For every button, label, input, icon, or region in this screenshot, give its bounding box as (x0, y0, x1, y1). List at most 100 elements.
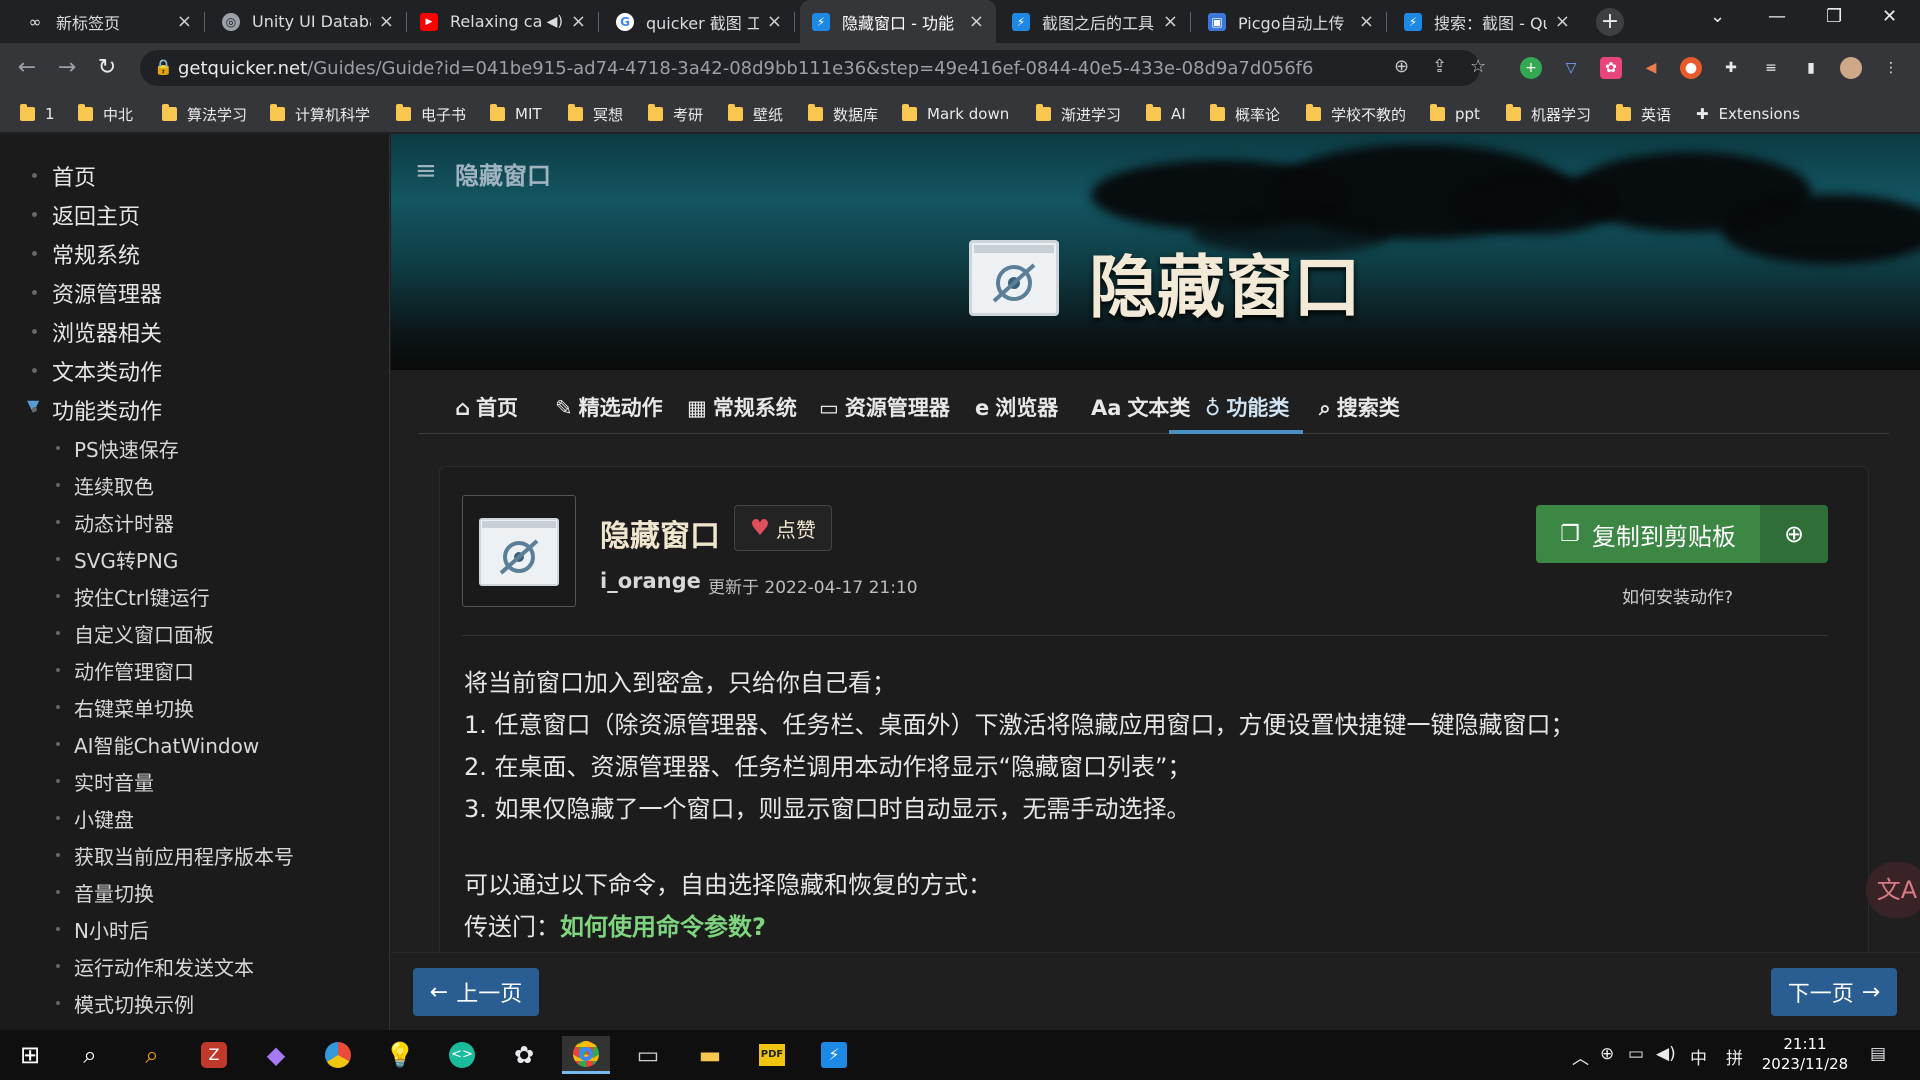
reload-icon[interactable]: ↻ (92, 53, 122, 83)
sidebar-subitem[interactable]: 自定义窗口面板 (56, 619, 214, 648)
bookmark-folder[interactable]: AI (1146, 103, 1186, 125)
close-icon[interactable]: × (177, 11, 192, 32)
translate-icon[interactable]: 文A (1866, 862, 1920, 918)
sidebar-item-system[interactable]: 常规系统 (31, 238, 140, 270)
terminal-icon[interactable]: ▭ (624, 1036, 672, 1074)
extension-speaker-icon[interactable]: ◀ (1640, 57, 1662, 79)
close-icon[interactable]: × (379, 11, 394, 32)
obsidian-icon[interactable]: ◆ (252, 1036, 300, 1074)
sidebar-subitem[interactable]: 获取当前应用程序版本号 (56, 841, 294, 870)
bookmark-folder[interactable]: MIT (490, 103, 542, 125)
tab-featured[interactable]: ✎ 精选动作 (555, 392, 663, 422)
sidebar-subitem[interactable]: PS快速保存 (56, 434, 179, 463)
profile-avatar[interactable] (1840, 57, 1862, 79)
sidebar-item-home[interactable]: 首页 (31, 160, 96, 192)
sidebar-item-explorer[interactable]: 资源管理器 (31, 277, 162, 309)
bookmark-extensions[interactable]: ✚ Extensions (1696, 103, 1800, 125)
prev-page-button[interactable]: ← 上一页 (413, 968, 539, 1016)
extension-pink-icon[interactable]: ✿ (1600, 57, 1622, 79)
bookmark-star-icon[interactable]: ☆ (1470, 56, 1486, 77)
tab-relaxing[interactable]: ▶ Relaxing ca ◀) × (408, 0, 599, 43)
media-control-icon[interactable]: ≡ (1760, 57, 1782, 79)
back-icon[interactable]: ← (12, 53, 42, 83)
bookmark-folder[interactable]: 英语 (1616, 103, 1671, 125)
sidebar-subitem[interactable]: 音量切换 (56, 878, 154, 907)
url-text[interactable]: getquicker.net/Guides/Guide?id=041be915-… (178, 58, 1313, 79)
portal-link[interactable]: 如何使用命令参数? (560, 913, 766, 941)
tab-explorer[interactable]: ▭ 资源管理器 (819, 392, 950, 422)
restore-icon[interactable]: ❐ (1826, 6, 1842, 27)
sidebar-subitem[interactable]: 小键盘 (56, 804, 134, 833)
sidebar-subitem[interactable]: …… (74, 1023, 114, 1030)
system-clock[interactable]: 21:11 2023/11/28 (1760, 1034, 1850, 1074)
extension-shield-icon[interactable]: ▽ (1560, 57, 1582, 79)
tab-search-screenshot[interactable]: ⚡ 搜索：截图 - Qu × (1392, 0, 1582, 43)
address-bar[interactable]: 🔒 getquicker.net/Guides/Guide?id=041be91… (140, 50, 1486, 86)
network-globe-icon[interactable]: ⊕ (1600, 1044, 1614, 1064)
windows-start-icon[interactable]: ⊞ (6, 1036, 54, 1074)
extension-orange-icon[interactable]: ● (1680, 57, 1702, 79)
close-icon[interactable]: × (1163, 11, 1178, 32)
sidebar-subitem[interactable]: 按住Ctrl键运行 (56, 582, 210, 611)
next-page-button[interactable]: 下一页 → (1771, 968, 1897, 1016)
battery-icon[interactable]: ▭ (1628, 1044, 1644, 1064)
sidebar-subitem[interactable]: 右键菜单切换 (56, 693, 194, 722)
tab-system[interactable]: ▦ 常规系统 (687, 392, 797, 422)
tab-quicker-search[interactable]: G quicker 截图 工 × (604, 0, 795, 43)
everything-search-icon[interactable]: ⌕ (128, 1036, 176, 1074)
sidebar-subitem[interactable]: 运行动作和发送文本 (56, 952, 254, 981)
tab-search-icon[interactable]: ⌄ (1710, 6, 1725, 27)
chrome-icon[interactable] (562, 1036, 610, 1074)
sidebar-subitem[interactable]: 动态计时器 (56, 508, 174, 537)
tab-screenshot-tools[interactable]: ⚡ 截图之后的工具 × (1000, 0, 1191, 43)
search-icon[interactable]: ⌕ (66, 1036, 114, 1074)
chevron-down-icon[interactable]: ▼ (27, 396, 39, 415)
zoom-icon[interactable]: ⊕ (1394, 56, 1409, 77)
bookmark-folder[interactable]: 中北 (78, 103, 133, 125)
bookmark-folder[interactable]: 冥想 (568, 103, 623, 125)
bookmark-folder[interactable]: 壁纸 (728, 103, 783, 125)
zoom-in-button[interactable]: ⊕ (1760, 505, 1828, 563)
sidebar-subitem[interactable]: N小时后 (56, 915, 149, 944)
audio-playing-icon[interactable]: ◀) (547, 14, 563, 30)
share-icon[interactable]: ⇪ (1432, 56, 1447, 77)
sidebar-item-return-home[interactable]: 返回主页 (31, 199, 140, 231)
menu-kebab-icon[interactable]: ⋮ (1880, 57, 1902, 79)
close-icon[interactable]: × (969, 11, 984, 32)
bookmark-folder[interactable]: 渐进学习 (1036, 103, 1121, 125)
forward-icon[interactable]: → (52, 53, 82, 83)
ime-language[interactable]: 中 (1690, 1044, 1707, 1069)
tab-function[interactable]: ♁ 功能类 (1205, 392, 1289, 422)
extension-plus-icon[interactable]: + (1520, 57, 1542, 79)
bookmark-folder[interactable]: 学校不教的 (1306, 103, 1406, 125)
sidebar-subitem[interactable]: 动作管理窗口 (56, 656, 194, 685)
hamburger-menu-icon[interactable]: ≡ (415, 156, 437, 186)
close-icon[interactable]: × (1555, 11, 1570, 32)
window-close-icon[interactable]: ✕ (1882, 6, 1897, 27)
close-icon[interactable]: × (767, 11, 782, 32)
sidebar-subitem[interactable]: AI智能ChatWindow (55, 730, 259, 759)
tab-unity-ui[interactable]: ◎ Unity UI Databa × (210, 0, 407, 43)
bookmark-folder[interactable]: 算法学习 (162, 103, 247, 125)
minimize-icon[interactable]: — (1768, 6, 1786, 27)
bookmark-folder[interactable]: 概率论 (1210, 103, 1280, 125)
bookmark-folder[interactable]: 电子书 (396, 103, 466, 125)
ime-mode[interactable]: 拼 (1726, 1044, 1743, 1069)
settings-app-icon[interactable]: ✿ (500, 1036, 548, 1074)
tab-text[interactable]: Aa 文本类 (1091, 392, 1190, 422)
code-app-icon[interactable]: <> (438, 1036, 486, 1074)
sidebar-item-function-actions[interactable]: 功能类动作 (31, 394, 162, 426)
extensions-puzzle-icon[interactable]: ✚ (1720, 57, 1742, 79)
tab-picgo[interactable]: ▣ Picgo自动上传 × (1196, 0, 1387, 43)
side-panel-icon[interactable]: ▮ (1800, 57, 1822, 79)
copy-to-clipboard-button[interactable]: ❐ 复制到剪贴板 (1536, 505, 1760, 563)
bookmark-folder[interactable]: ppt (1430, 103, 1480, 125)
close-icon[interactable]: × (1359, 11, 1374, 32)
sidebar-subitem[interactable]: 模式切换示例 (56, 989, 194, 1018)
bookmark-folder[interactable]: 1 (20, 103, 55, 125)
close-icon[interactable]: × (571, 11, 586, 32)
sidebar-subitem[interactable]: 连续取色 (56, 471, 154, 500)
red-app-icon[interactable]: Z (190, 1036, 238, 1074)
sidebar-subitem[interactable]: SVG转PNG (55, 545, 178, 574)
tab-hide-window[interactable]: ⚡ 隐藏窗口 - 功能 × (800, 0, 996, 43)
